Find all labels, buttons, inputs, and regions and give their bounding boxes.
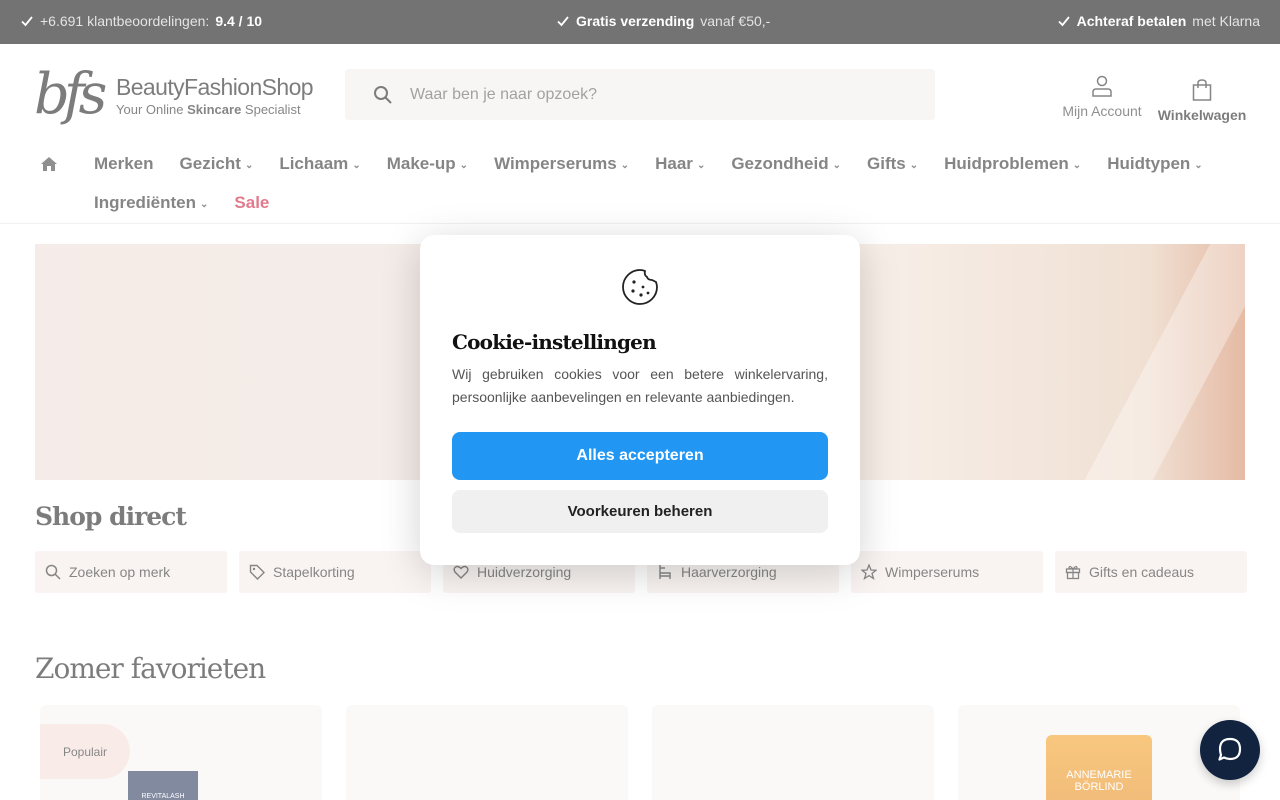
accept-all-button[interactable]: Alles accepteren bbox=[452, 432, 828, 480]
chat-button[interactable] bbox=[1200, 720, 1260, 780]
manage-preferences-button[interactable]: Voorkeuren beheren bbox=[452, 490, 828, 533]
cookie-modal-title: Cookie-instellingen bbox=[452, 330, 657, 354]
chat-bubble-icon bbox=[1218, 737, 1242, 761]
cookie-modal-text: Wij gebruiken cookies voor een betere wi… bbox=[452, 366, 828, 405]
cookie-icon bbox=[622, 269, 658, 305]
cookie-consent-modal: Cookie-instellingen Wij gebruiken cookie… bbox=[420, 235, 860, 565]
